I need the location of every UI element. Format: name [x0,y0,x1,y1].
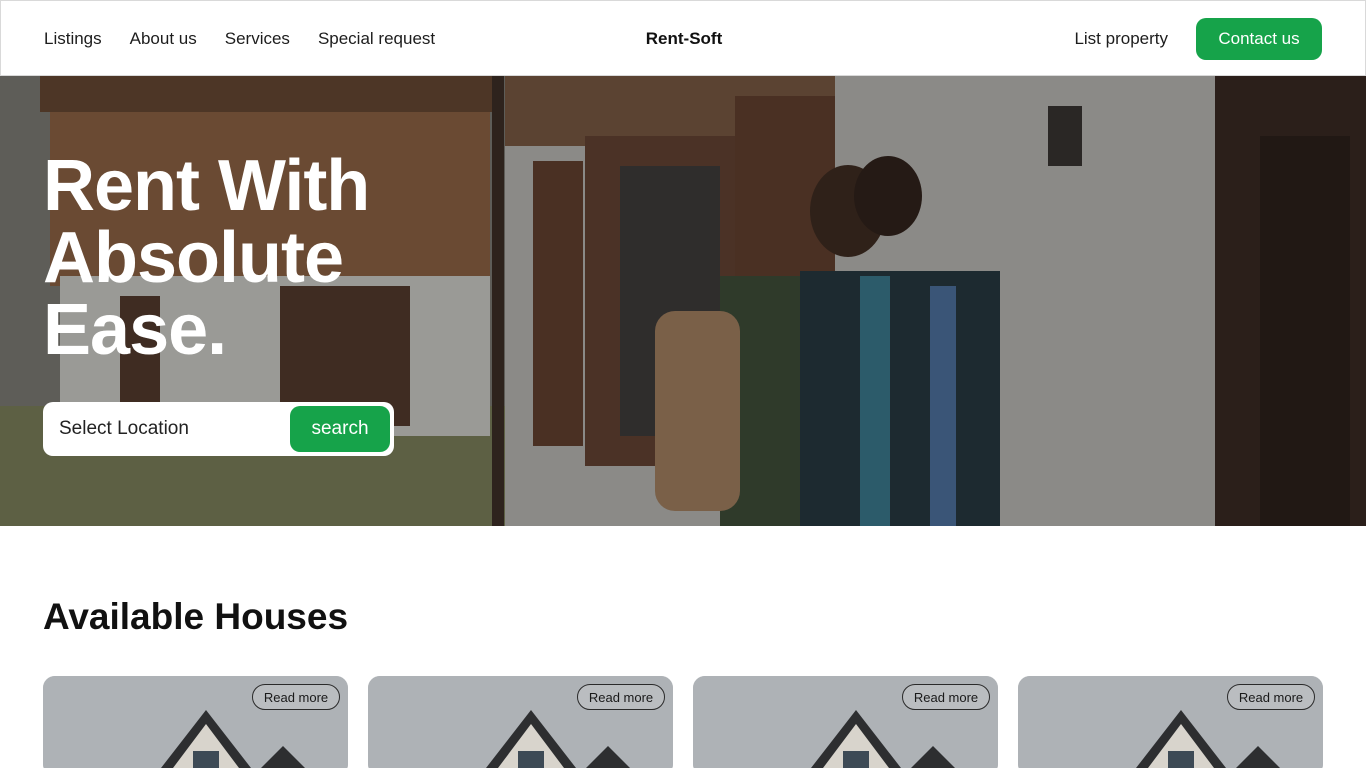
location-search-input[interactable] [59,416,279,442]
contact-us-button[interactable]: Contact us [1196,18,1322,60]
house-card-list: Read more Read more Read more Read more [43,676,1323,768]
available-houses-heading: Available Houses [43,596,349,637]
hero-heading: Rent With Absolute Ease. [43,146,370,370]
list-property-link[interactable]: List property [1074,29,1168,49]
nav-actions: List property Contact us [1074,1,1322,77]
top-navigation: Listings About us Services Special reque… [0,0,1366,76]
house-card[interactable]: Read more [368,676,673,768]
read-more-button[interactable]: Read more [252,684,340,710]
house-card[interactable]: Read more [1018,676,1323,768]
nav-link-listings[interactable]: Listings [44,29,102,49]
main-nav: Listings About us Services Special reque… [44,1,463,77]
read-more-button[interactable]: Read more [902,684,990,710]
house-card[interactable]: Read more [693,676,998,768]
location-search-bar: search [43,402,394,456]
house-card[interactable]: Read more [43,676,348,768]
read-more-button[interactable]: Read more [577,684,665,710]
search-button[interactable]: search [290,406,390,452]
read-more-button[interactable]: Read more [1227,684,1315,710]
hero-banner: Rent With Absolute Ease. search [0,76,1366,526]
nav-link-special-request[interactable]: Special request [318,29,435,49]
nav-link-about-us[interactable]: About us [130,29,197,49]
nav-link-services[interactable]: Services [225,29,290,49]
